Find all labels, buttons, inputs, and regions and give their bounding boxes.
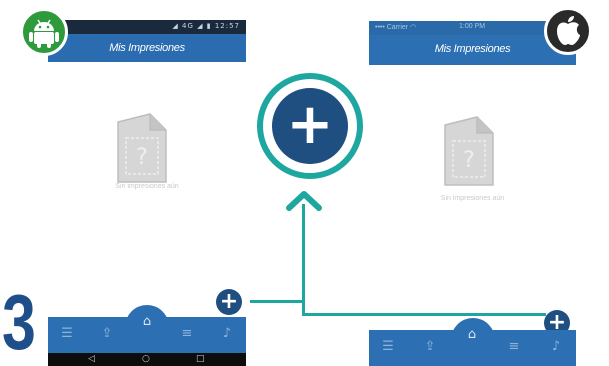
svg-text:?: ?	[136, 145, 148, 170]
home-icon[interactable]: ⌂	[463, 326, 481, 344]
upload-icon[interactable]: ⇪	[421, 338, 439, 356]
bell-icon[interactable]: ♪	[218, 325, 236, 343]
document-icon[interactable]: ≡	[505, 338, 523, 356]
android-phone-screen: ◢ 4G ◢ ▮ 12:57 Mis Impresiones ? Sin imp…	[48, 20, 246, 366]
page-title: Mis Impresiones	[434, 43, 511, 55]
empty-state-message: Sin impresiones aún	[115, 183, 179, 190]
step-number: 3	[2, 278, 36, 366]
home-nav-icon[interactable]: ○	[142, 354, 150, 364]
bell-icon[interactable]: ♪	[547, 338, 565, 356]
printer-icon[interactable]: ☰	[379, 338, 397, 356]
up-arrow-icon	[286, 191, 322, 211]
carrier-label: •••• Carrier ◠	[375, 24, 417, 31]
add-print-button[interactable]: +	[216, 289, 242, 315]
android-logo-icon	[20, 8, 68, 56]
app-header: Mis Impresiones	[48, 34, 246, 62]
printer-icon[interactable]: ☰	[58, 325, 76, 343]
page-title: Mis Impresiones	[109, 42, 185, 54]
apple-shape-icon	[557, 16, 580, 45]
upload-icon[interactable]: ⇪	[98, 325, 116, 343]
connector-line	[302, 313, 546, 316]
document-icon[interactable]: ≡	[178, 325, 196, 343]
back-icon[interactable]: ◁	[88, 354, 95, 364]
plus-icon: +	[272, 88, 348, 164]
home-icon[interactable]: ⌂	[138, 313, 156, 331]
empty-document-icon: ?	[117, 113, 167, 183]
status-indicators: ◢ 4G ◢ ▮ 12:57	[172, 22, 240, 30]
highlighted-add-icon: +	[257, 73, 363, 179]
svg-text:?: ?	[463, 148, 475, 173]
connector-line	[302, 204, 305, 316]
apple-logo-icon	[544, 7, 592, 55]
empty-state-message: Sin impresiones aún	[440, 195, 505, 202]
android-nav-bar: ◁ ○ □	[48, 353, 246, 366]
clock: 1:00 PM	[459, 23, 486, 30]
android-status-bar: ◢ 4G ◢ ▮ 12:57	[48, 20, 246, 34]
android-robot-icon	[29, 19, 59, 48]
connector-line	[250, 300, 304, 303]
recents-icon[interactable]: □	[196, 354, 205, 364]
empty-document-icon: ?	[444, 116, 494, 186]
bottom-tab-bar: ☰ ⇪ ⌂ ≡ ♪	[48, 305, 246, 353]
bottom-tab-bar: ☰ ⇪ ⌂ ≡ ♪	[369, 318, 576, 366]
